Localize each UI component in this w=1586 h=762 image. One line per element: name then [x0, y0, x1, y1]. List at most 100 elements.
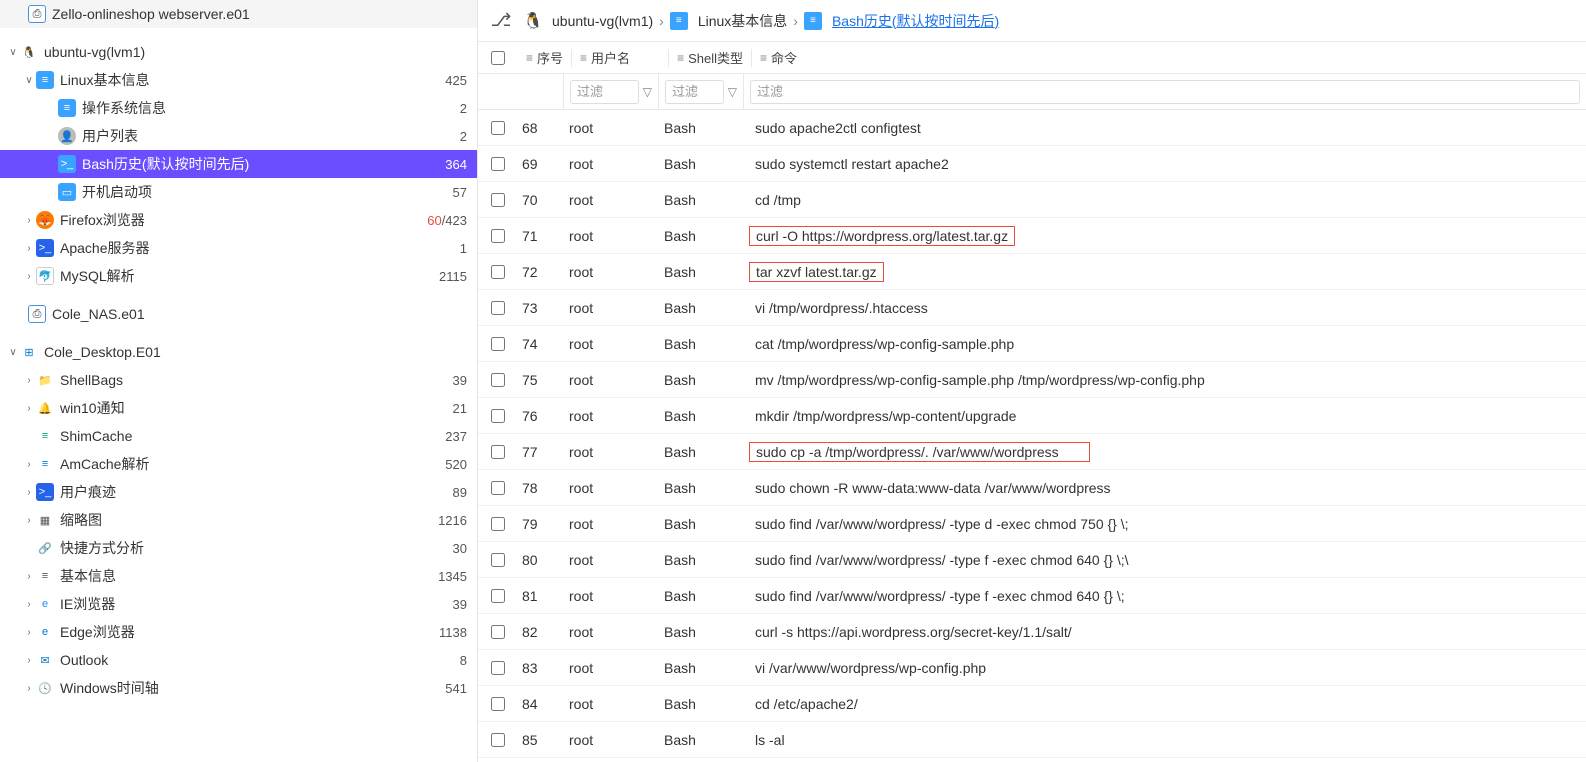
- row-checkbox[interactable]: [491, 229, 505, 243]
- tree-item-node-shellbags[interactable]: ›📁ShellBags39: [0, 366, 477, 394]
- branch-icon[interactable]: ⎇: [488, 8, 514, 34]
- col-header-user[interactable]: ≡用户名: [572, 48, 638, 67]
- caret-icon[interactable]: ›: [22, 515, 36, 526]
- filter-shell-input[interactable]: [672, 84, 717, 99]
- table-row[interactable]: 83rootBashvi /var/www/wordpress/wp-confi…: [478, 650, 1586, 686]
- table-row[interactable]: 85rootBashls -al: [478, 722, 1586, 758]
- caret-icon[interactable]: ›: [22, 655, 36, 666]
- tree-item-node-amcache[interactable]: ›≡AmCache解析520: [0, 450, 477, 478]
- caret-icon[interactable]: ›: [22, 243, 36, 254]
- table-row[interactable]: 68rootBashsudo apache2ctl configtest: [478, 110, 1586, 146]
- table-row[interactable]: 73rootBashvi /tmp/wordpress/.htaccess: [478, 290, 1586, 326]
- caret-icon[interactable]: ›: [22, 271, 36, 282]
- tree-item-node-edge[interactable]: ›eEdge浏览器1138: [0, 618, 477, 646]
- caret-icon[interactable]: ›: [22, 599, 36, 610]
- row-checkbox[interactable]: [491, 625, 505, 639]
- col-header-shell[interactable]: ≡Shell类型: [669, 48, 751, 67]
- node-amcache-icon: ≡: [36, 455, 54, 473]
- table-row[interactable]: 75rootBashmv /tmp/wordpress/wp-config-sa…: [478, 362, 1586, 398]
- table-body[interactable]: 68rootBashsudo apache2ctl configtest69ro…: [478, 110, 1586, 762]
- caret-icon[interactable]: ›: [22, 487, 36, 498]
- row-checkbox[interactable]: [491, 553, 505, 567]
- tree-item-node-zello[interactable]: ⎙Zello-onlineshop webserver.e01: [0, 0, 477, 28]
- breadcrumb-mid[interactable]: Linux基本信息: [698, 11, 787, 31]
- table-row[interactable]: 69rootBashsudo systemctl restart apache2: [478, 146, 1586, 182]
- table-row[interactable]: 78rootBashsudo chown -R www-data:www-dat…: [478, 470, 1586, 506]
- table-row[interactable]: 82rootBashcurl -s https://api.wordpress.…: [478, 614, 1586, 650]
- table-row[interactable]: 71rootBashcurl -O https://wordpress.org/…: [478, 218, 1586, 254]
- col-header-cmd[interactable]: ≡命令: [752, 48, 805, 67]
- row-checkbox[interactable]: [491, 517, 505, 531]
- row-checkbox[interactable]: [491, 157, 505, 171]
- caret-icon[interactable]: ›: [22, 683, 36, 694]
- table-row[interactable]: 77rootBashsudo cp -a /tmp/wordpress/. /v…: [478, 434, 1586, 470]
- tree-item-node-mysql[interactable]: ›🐬MySQL解析2115: [0, 262, 477, 290]
- funnel-icon[interactable]: ▽: [724, 85, 737, 99]
- row-checkbox[interactable]: [491, 697, 505, 711]
- sidebar[interactable]: ⎙Zello-onlineshop webserver.e01 ∨🐧ubuntu-…: [0, 0, 478, 762]
- row-checkbox[interactable]: [491, 121, 505, 135]
- table-row[interactable]: 70rootBashcd /tmp: [478, 182, 1586, 218]
- select-all-checkbox[interactable]: [491, 51, 505, 65]
- tree-item-node-ie[interactable]: ›eIE浏览器39: [0, 590, 477, 618]
- col-header-seq[interactable]: ≡序号: [518, 48, 571, 67]
- tree-item-node-bash[interactable]: >_Bash历史(默认按时间先后)364: [0, 150, 477, 178]
- caret-icon[interactable]: ›: [22, 627, 36, 638]
- table-row[interactable]: 79rootBashsudo find /var/www/wordpress/ …: [478, 506, 1586, 542]
- caret-icon[interactable]: ∨: [22, 75, 36, 86]
- cell-shell: Bash: [658, 120, 743, 136]
- tree-count: 39: [445, 373, 467, 388]
- tree-item-node-osinfo[interactable]: ≡操作系统信息2: [0, 94, 477, 122]
- caret-icon[interactable]: ›: [22, 215, 36, 226]
- breadcrumb-leaf[interactable]: Bash历史(默认按时间先后): [832, 11, 999, 31]
- row-checkbox[interactable]: [491, 445, 505, 459]
- row-checkbox[interactable]: [491, 733, 505, 747]
- table-row[interactable]: 76rootBashmkdir /tmp/wordpress/wp-conten…: [478, 398, 1586, 434]
- tree-item-node-startup[interactable]: ▭开机启动项57: [0, 178, 477, 206]
- breadcrumb-root[interactable]: ubuntu-vg(lvm1): [552, 13, 653, 29]
- tree-item-node-firefox[interactable]: ›🦊Firefox浏览器60/423: [0, 206, 477, 234]
- tree-label: Bash历史(默认按时间先后): [82, 154, 437, 174]
- table-row[interactable]: 72rootBashtar xzvf latest.tar.gz: [478, 254, 1586, 290]
- filter-cmd-input[interactable]: [757, 84, 1573, 99]
- tree-item-node-nas[interactable]: ⎙Cole_NAS.e01: [0, 300, 477, 328]
- table-row[interactable]: 81rootBashsudo find /var/www/wordpress/ …: [478, 578, 1586, 614]
- row-checkbox[interactable]: [491, 193, 505, 207]
- tree-item-node-outlook[interactable]: ›✉Outlook8: [0, 646, 477, 674]
- row-checkbox[interactable]: [491, 373, 505, 387]
- tree-item-node-users[interactable]: 👤用户列表2: [0, 122, 477, 150]
- tree-count: 1138: [431, 625, 467, 640]
- funnel-icon[interactable]: ▽: [639, 85, 652, 99]
- tree-item-node-shim[interactable]: ≡ShimCache237: [0, 422, 477, 450]
- filter-user-input[interactable]: [577, 84, 632, 99]
- tree-item-node-basic[interactable]: ›≡基本信息1345: [0, 562, 477, 590]
- table-row[interactable]: 84rootBashcd /etc/apache2/: [478, 686, 1586, 722]
- caret-icon[interactable]: ›: [22, 403, 36, 414]
- tree-item-node-linuxinfo[interactable]: ∨≡Linux基本信息425: [0, 66, 477, 94]
- tree-item-node-win10[interactable]: ›🔔win10通知21: [0, 394, 477, 422]
- tree-item-node-ubuntu[interactable]: ∨🐧ubuntu-vg(lvm1): [0, 38, 477, 66]
- row-checkbox[interactable]: [491, 301, 505, 315]
- caret-icon[interactable]: ∨: [6, 47, 20, 58]
- cell-user: root: [563, 156, 658, 172]
- row-checkbox[interactable]: [491, 337, 505, 351]
- caret-icon[interactable]: ›: [22, 571, 36, 582]
- row-checkbox[interactable]: [491, 481, 505, 495]
- row-checkbox[interactable]: [491, 409, 505, 423]
- row-checkbox[interactable]: [491, 265, 505, 279]
- table-row[interactable]: 80rootBashsudo find /var/www/wordpress/ …: [478, 542, 1586, 578]
- row-checkbox[interactable]: [491, 589, 505, 603]
- caret-icon[interactable]: ∨: [6, 347, 20, 358]
- caret-icon[interactable]: ›: [22, 375, 36, 386]
- caret-icon[interactable]: ›: [22, 459, 36, 470]
- tree-item-node-apache[interactable]: ›>_Apache服务器1: [0, 234, 477, 262]
- cell-user: root: [563, 300, 658, 316]
- tree-item-node-timeline[interactable]: ›🕓Windows时间轴541: [0, 674, 477, 702]
- row-checkbox[interactable]: [491, 661, 505, 675]
- tree-item-node-thumb[interactable]: ›▦缩略图1216: [0, 506, 477, 534]
- table-row[interactable]: 74rootBashcat /tmp/wordpress/wp-config-s…: [478, 326, 1586, 362]
- tree-item-node-lnk[interactable]: 🔗快捷方式分析30: [0, 534, 477, 562]
- main-panel: ⎇ 🐧 ubuntu-vg(lvm1) › ≡ Linux基本信息 › ≡ Ba…: [478, 0, 1586, 762]
- tree-item-node-trace[interactable]: ›>_用户痕迹89: [0, 478, 477, 506]
- tree-item-node-desktop[interactable]: ∨⊞Cole_Desktop.E01: [0, 338, 477, 366]
